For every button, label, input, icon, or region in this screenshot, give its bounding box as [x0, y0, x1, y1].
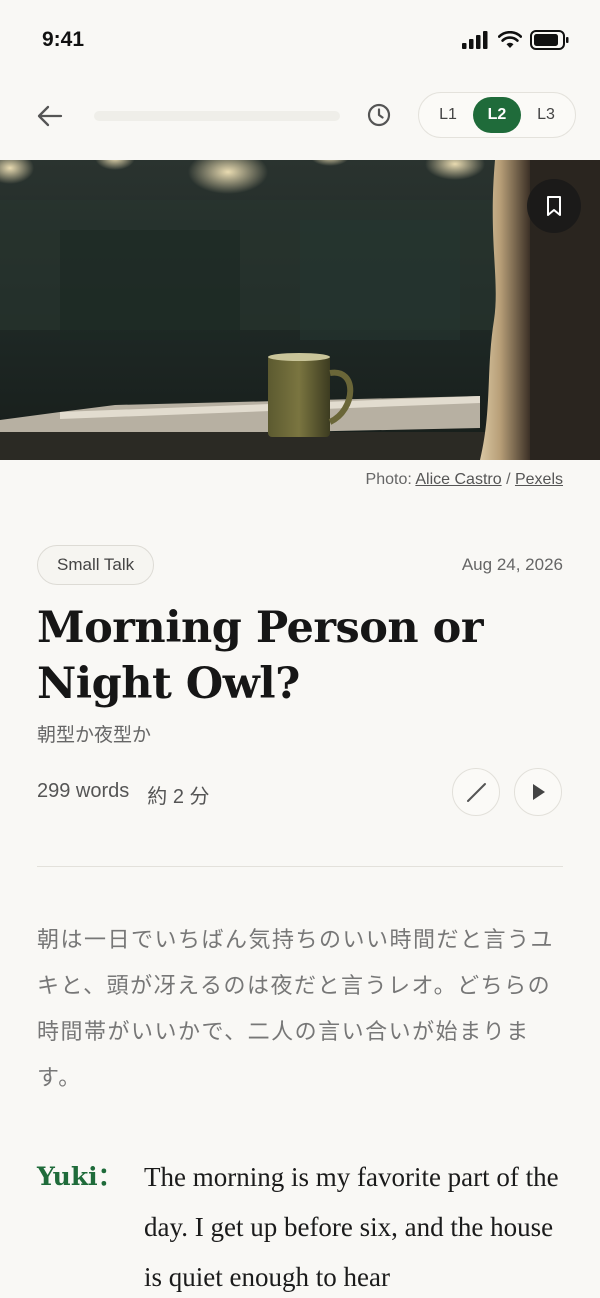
speaker-name: Yuki：: [37, 1162, 123, 1191]
read-time: 約 2 分: [147, 786, 210, 808]
article-title: Morning Person or Night Owl?: [37, 603, 483, 709]
wifi-icon: [498, 31, 522, 48]
signal-icon: [462, 31, 488, 49]
back-arrow-icon: [37, 105, 63, 127]
article-stats: 299 words 約 2 分: [37, 780, 210, 809]
status-bar: 9:41: [0, 0, 600, 80]
edit-toggle-button[interactable]: [452, 768, 500, 816]
level-button-l3[interactable]: L3: [522, 97, 570, 133]
photo-credit: Photo: Alice Castro / Pexels: [366, 471, 563, 489]
battery-icon: [530, 30, 569, 50]
play-icon: [533, 784, 545, 800]
photographer-link[interactable]: Alice Castro: [415, 471, 501, 488]
hero-photo: [0, 160, 600, 460]
status-time: 9:41: [42, 28, 85, 51]
dialogue-line: Yuki： The morning is my favorite part of…: [37, 1152, 567, 1298]
history-button[interactable]: [364, 100, 394, 130]
intro-paragraph-ja: 朝は一日でいちばん気持ちのいい時間だと言うユキと、頭が冴えるのは夜だと言うレオ。…: [37, 928, 555, 1091]
reading-progress-bar: [94, 111, 340, 121]
dialogue-text[interactable]: The morning is my favorite part of the d…: [144, 1152, 567, 1298]
category-chip[interactable]: Small Talk: [37, 545, 155, 585]
play-audio-button[interactable]: [514, 768, 562, 816]
source-link[interactable]: Pexels: [515, 471, 563, 488]
level-selector: L1 L2 L3: [418, 92, 576, 138]
article-date: Aug 24, 2026: [461, 555, 563, 574]
hero-image: [0, 160, 600, 460]
back-button[interactable]: [32, 98, 68, 134]
bookmark-button[interactable]: [527, 179, 581, 233]
level-button-l2[interactable]: L2: [473, 97, 521, 133]
top-nav: L1 L2 L3: [0, 84, 600, 148]
word-count: 299 words: [37, 780, 130, 802]
level-button-l1[interactable]: L1: [424, 97, 472, 133]
article-subtitle-ja: 朝型か夜型か: [37, 724, 152, 746]
section-divider: [37, 866, 563, 867]
status-icons: [462, 30, 570, 50]
bookmark-icon: [547, 196, 561, 216]
pencil-slash-icon: [467, 783, 486, 802]
credit-separator: /: [501, 471, 515, 488]
credit-prefix: Photo:: [365, 471, 416, 488]
history-clock-icon: [367, 103, 391, 127]
